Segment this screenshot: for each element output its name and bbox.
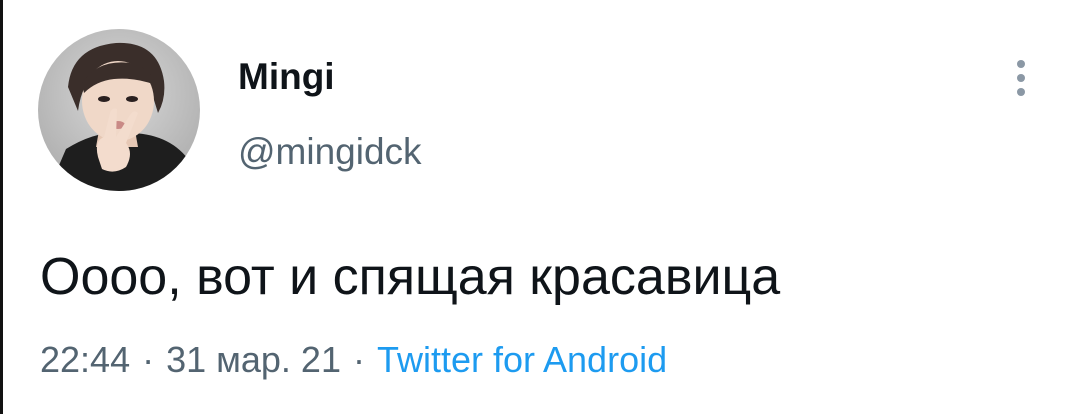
tweet-time[interactable]: 22:44 [40,339,130,380]
author-display-name[interactable]: Mingi [238,55,335,99]
author-avatar[interactable] [38,29,200,191]
tweet-card: Mingi @mingidck Оооо, вот и спящая краса… [0,0,1080,414]
vertical-ellipsis-icon [1017,74,1025,82]
tweet-metadata: 22:44 · 31 мар. 21 · Twitter for Android [40,338,667,382]
avatar-photo-icon [38,29,200,191]
more-options-button[interactable] [1004,52,1038,104]
tweet-text: Оооо, вот и спящая красавица [40,248,781,306]
tweet-source-link[interactable]: Twitter for Android [377,339,667,380]
vertical-ellipsis-icon [1017,60,1025,68]
author-handle[interactable]: @mingidck [238,130,422,174]
meta-separator: · [352,339,365,380]
tweet-date[interactable]: 31 мар. 21 [166,339,341,380]
meta-separator: · [142,339,155,380]
vertical-ellipsis-icon [1017,88,1025,96]
